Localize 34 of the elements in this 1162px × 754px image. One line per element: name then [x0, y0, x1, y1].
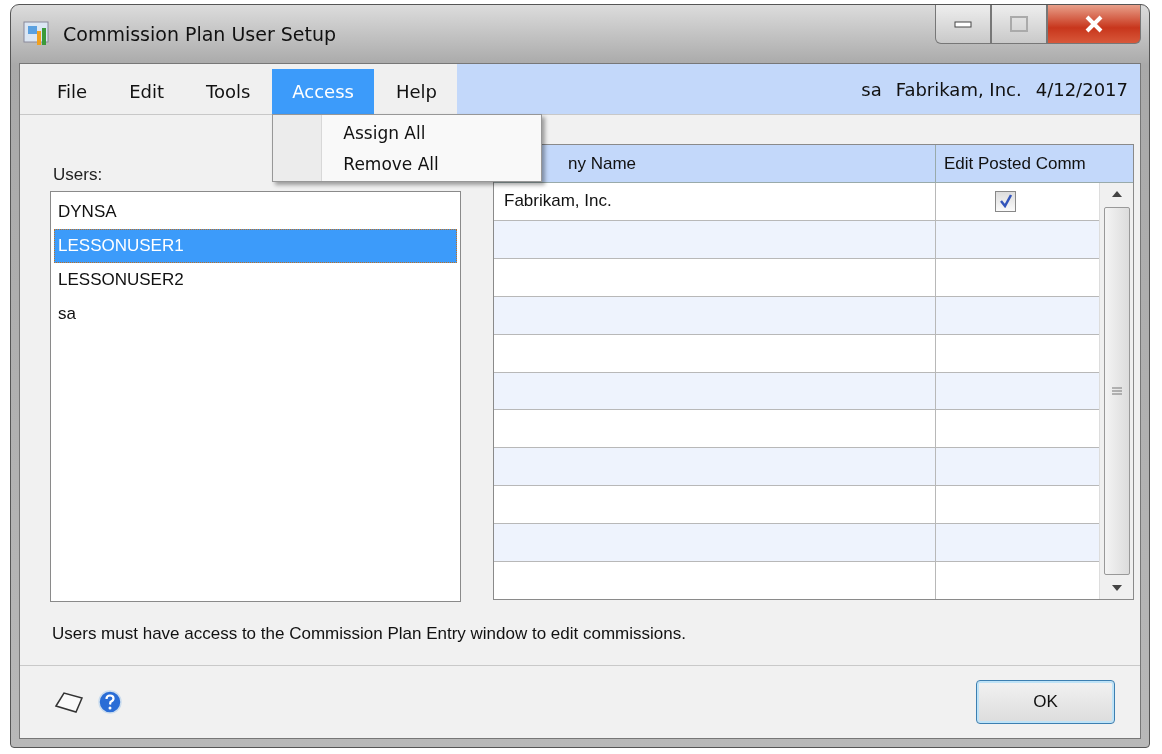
- table-cell-text: Fabrikam, Inc.: [503, 190, 613, 213]
- window-title: Commission Plan User Setup: [63, 23, 338, 45]
- company-name: Fabrikam, Inc.: [895, 78, 1022, 100]
- ok-button[interactable]: OK: [976, 680, 1115, 724]
- maximize-icon: [1010, 16, 1028, 32]
- note-text: Users must have access to the Commission Plan Entry window to edit commissions.: [52, 624, 687, 644]
- notepad-icon[interactable]: [54, 690, 84, 714]
- close-icon: [1084, 15, 1104, 33]
- up-arrow-icon: [1111, 191, 1122, 197]
- user-item[interactable]: LESSONUSER2: [54, 263, 457, 297]
- column-header: ny Name: [567, 152, 638, 175]
- grip-icon: [1111, 387, 1122, 395]
- minimize-icon: [954, 20, 972, 28]
- menu-item[interactable]: File: [37, 69, 108, 114]
- user-item[interactable]: DYNSA: [54, 195, 457, 229]
- maximize-button[interactable]: [991, 5, 1047, 44]
- menu-option[interactable]: Remove All: [273, 148, 542, 179]
- menu-option[interactable]: Assign All: [273, 117, 542, 148]
- close-button[interactable]: [1047, 5, 1141, 44]
- menu-item[interactable]: Tools: [186, 69, 271, 114]
- scrollbar[interactable]: [1099, 183, 1133, 599]
- users-label: Users:: [53, 165, 103, 185]
- minimize-button[interactable]: [935, 5, 991, 44]
- down-arrow-icon: [1111, 585, 1122, 591]
- help-icon[interactable]: [98, 690, 122, 714]
- checkmark-icon: [998, 194, 1013, 209]
- chart-app-icon: [23, 21, 51, 47]
- checkbox[interactable]: [995, 190, 1016, 212]
- menu-item[interactable]: Help: [375, 69, 457, 114]
- menu-item[interactable]: Edit: [109, 69, 184, 114]
- user-item[interactable]: sa: [54, 297, 457, 331]
- user-name: sa: [861, 78, 882, 100]
- date-text: 4/12/2017: [1035, 78, 1128, 100]
- column-header: Edit Posted Comm: [935, 145, 1133, 182]
